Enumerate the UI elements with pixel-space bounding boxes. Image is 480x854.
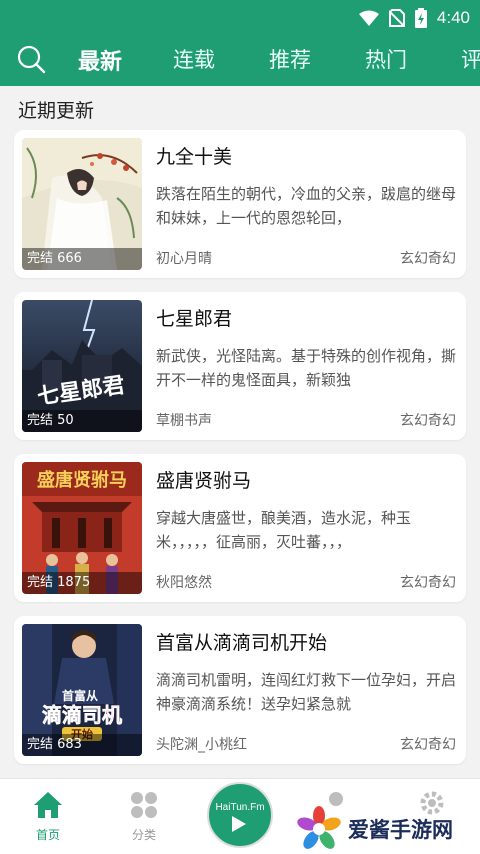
cover-title-text: 盛唐贤驸马 (37, 469, 127, 491)
book-author: 草棚书声 (156, 413, 212, 429)
book-cover[interactable]: 首富从 滴滴司机 开始 完结 683 (22, 624, 142, 756)
status-time: 4:40 (436, 8, 470, 27)
watermark: 爱酱手游网 (296, 806, 453, 852)
status-badge: 完结 50 (22, 410, 142, 432)
book-genre: 玄幻奇幻 (400, 737, 456, 753)
book-title[interactable]: 七星郎君 (156, 304, 232, 331)
nav-home-label: 首页 (35, 828, 60, 842)
book-description: 穿越大唐盛世，酿美酒，造水泥，种玉米，，，，，征高丽，灭吐蕃，，， (156, 509, 412, 551)
category-tabs: 最新 连载 推荐 热门 评 (0, 34, 480, 84)
section-title: 近期更新 (18, 100, 95, 122)
tab-latest[interactable]: 最新 (78, 44, 122, 76)
book-card[interactable]: 首富从 滴滴司机 开始 完结 683 首富从滴滴司机开始 滴滴司机雷明，连闯红灯… (14, 616, 466, 764)
book-title[interactable]: 盛唐贤驸马 (156, 466, 251, 493)
tab-more[interactable]: 评 (461, 44, 480, 74)
status-badge: 完结 1875 (22, 572, 142, 594)
book-card[interactable]: 完结 666 九全十美 跌落在陌生的朝代，冷血的父亲，跋扈的继母和妹妹，上一代的… (14, 130, 466, 278)
home-icon (34, 792, 62, 818)
nav-category-label: 分类 (131, 828, 156, 842)
book-genre: 玄幻奇幻 (400, 251, 456, 267)
book-cover[interactable]: 盛唐贤驸马 完结 1875 (22, 462, 142, 594)
nav-home[interactable]: 首页 (18, 791, 78, 843)
tab-hot[interactable]: 热门 (365, 44, 407, 74)
book-description: 跌落在陌生的朝代，冷血的父亲，跋扈的继母和妹妹，上一代的恩怨轮回， (156, 185, 456, 227)
book-description: 新武侠，光怪陆离。基于特殊的创作视角，撕开不一样的鬼怪面具，新颖独 (156, 347, 456, 389)
book-genre: 玄幻奇幻 (400, 575, 456, 591)
play-icon (232, 816, 246, 832)
book-title[interactable]: 首富从滴滴司机开始 (156, 628, 327, 655)
search-icon[interactable] (16, 44, 46, 74)
book-cover[interactable]: 七星郎君 完结 50 (22, 300, 142, 432)
book-author: 秋阳悠然 (156, 575, 212, 591)
flower-logo-icon (297, 806, 341, 849)
battery-charging-icon (414, 8, 427, 28)
book-card[interactable]: 盛唐贤驸马 完结 1875 盛唐贤驸马 穿越大唐盛世，酿美酒，造水泥，种玉米，，… (14, 454, 466, 602)
fm-player-button[interactable]: HaiTun.Fm (207, 782, 273, 848)
book-genre: 玄幻奇幻 (400, 413, 456, 429)
watermark-text: 爱酱手游网 (348, 818, 453, 842)
tab-recommend[interactable]: 推荐 (269, 44, 311, 74)
book-cover[interactable]: 完结 666 (22, 138, 142, 270)
status-badge: 完结 683 (22, 734, 142, 756)
book-author: 初心月晴 (156, 251, 212, 267)
book-description: 滴滴司机雷明，连闯红灯救下一位孕妇，开启神豪滴滴系统！送孕妇紧急就 (156, 671, 456, 713)
status-bar: 4:40 (358, 6, 470, 30)
wifi-icon (358, 10, 379, 26)
cover-title-text-top: 首富从 (62, 688, 98, 703)
nav-category[interactable]: 分类 (114, 791, 174, 843)
no-sim-icon (388, 9, 405, 27)
fm-label: HaiTun.Fm (215, 802, 265, 813)
top-bar: 4:40 最新 连载 推荐 热门 评 (0, 0, 480, 86)
grid-icon (131, 792, 157, 818)
book-title[interactable]: 九全十美 (156, 142, 232, 169)
tab-serial[interactable]: 连载 (173, 44, 215, 74)
book-author: 头陀渊_小桃红 (156, 737, 247, 753)
cover-title-text: 滴滴司机 (42, 703, 122, 727)
status-badge: 完结 666 (22, 248, 142, 270)
book-card[interactable]: 七星郎君 完结 50 七星郎君 新武侠，光怪陆离。基于特殊的创作视角，撕开不一样… (14, 292, 466, 440)
